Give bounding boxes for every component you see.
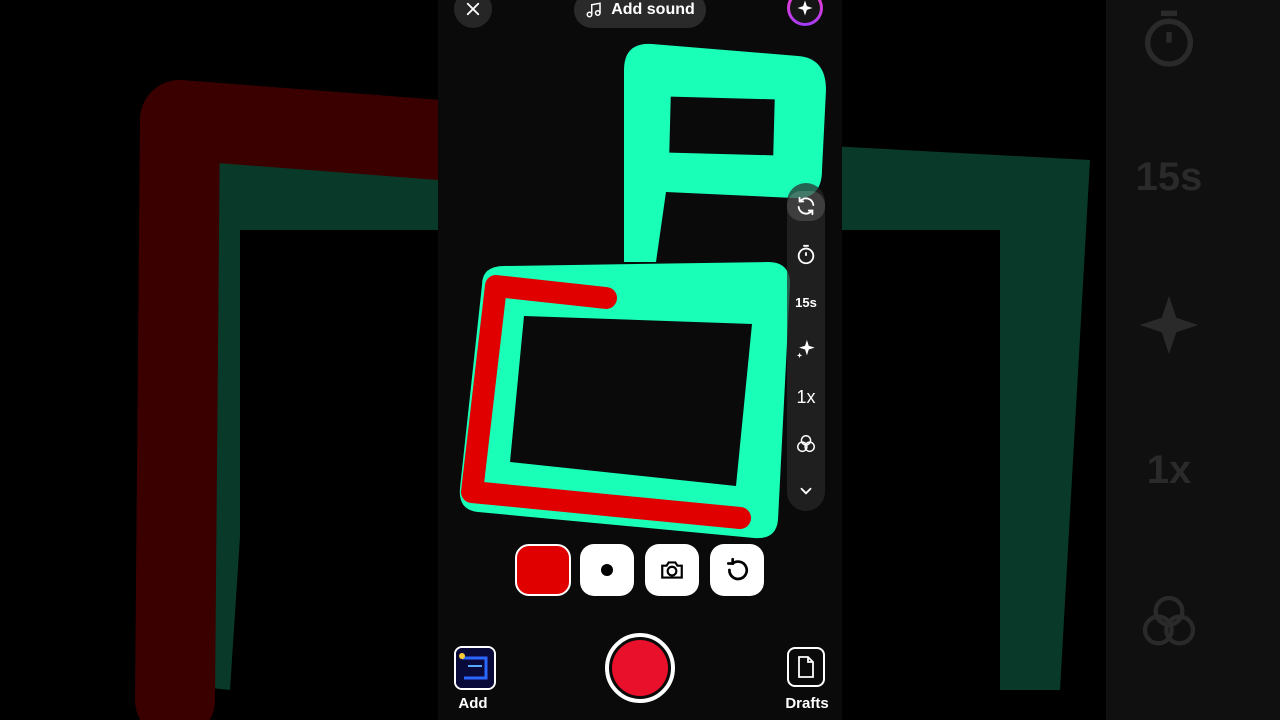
effects-button[interactable] — [787, 334, 825, 364]
record-button-inner — [612, 640, 668, 696]
add-sound-button[interactable]: Add sound — [574, 0, 706, 28]
filters-button[interactable] — [787, 429, 825, 459]
undo-icon — [726, 557, 749, 581]
music-note-icon — [586, 2, 601, 18]
timer-icon — [797, 244, 815, 265]
brush-size-icon — [601, 564, 613, 576]
document-icon — [798, 656, 814, 678]
speed-button[interactable]: 1x — [787, 382, 825, 412]
sparkle-icon — [797, 0, 813, 16]
side-toolbar: 15s 1x — [787, 183, 825, 511]
timer-button[interactable] — [787, 240, 825, 270]
add-label: Add — [458, 695, 488, 712]
more-options-button[interactable] — [787, 476, 825, 506]
flip-camera-button[interactable] — [787, 191, 825, 221]
drafts-label: Drafts — [785, 695, 829, 712]
capture-photo-button[interactable] — [645, 544, 699, 596]
drawing-canvas[interactable] — [438, 0, 842, 720]
camera-icon — [661, 561, 683, 579]
flip-camera-icon — [797, 196, 815, 216]
effects-sparkle-icon — [796, 339, 815, 359]
add-sound-label: Add sound — [611, 1, 695, 18]
undo-button[interactable] — [710, 544, 764, 596]
color-swatch-button[interactable] — [515, 544, 571, 596]
drafts-button[interactable] — [787, 647, 825, 687]
filters-icon — [797, 435, 815, 453]
add-media-button[interactable] — [454, 646, 496, 690]
close-icon — [466, 2, 480, 16]
camera-screen: Add sound 15s 1x Add Drafts — [438, 0, 842, 720]
brush-size-button[interactable] — [580, 544, 634, 596]
record-button[interactable] — [605, 633, 675, 703]
background-rail-echo — [1106, 0, 1280, 720]
gallery-thumbnail — [456, 648, 494, 688]
chevron-down-icon — [800, 487, 812, 495]
duration-button[interactable]: 15s — [787, 287, 825, 317]
